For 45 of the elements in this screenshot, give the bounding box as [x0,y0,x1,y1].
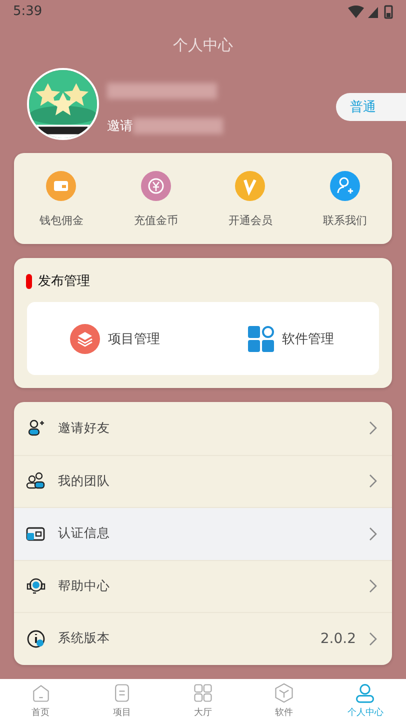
chevron-right-icon [368,474,378,488]
cube-icon [273,682,296,704]
menu-item[interactable]: 认证信息 [14,507,392,560]
chevron-right-icon [368,526,378,541]
quick-action-label[interactable]: 开通会员 [228,213,272,228]
person-add-icon [26,418,46,438]
apps-icon [248,326,274,352]
menu-item[interactable]: 系统版本 2.0.2 [14,612,392,665]
quick-action-label[interactable]: 联系我们 [322,213,367,228]
team-icon [26,471,46,492]
menu-item-label: 我的团队 [58,472,111,490]
page-title: 个人中心 [172,36,234,55]
invite-code-label: 邀请 [107,118,133,135]
info-icon [26,628,46,649]
status-time: 5:39 [13,4,42,20]
menu-item[interactable]: 邀请好友 [14,402,392,455]
version-number: 2.0.2 [320,630,356,647]
section-marker [26,274,32,289]
menu-item-label: 认证信息 [58,525,111,542]
tab-label: 项目 [112,707,131,720]
menu-item-label: 邀请好友 [58,420,111,437]
tab[interactable]: 软件 [244,678,325,723]
tab-label: 个人中心 [347,706,384,720]
publish-item-label[interactable]: 项目管理 [108,330,160,348]
person-icon [354,682,376,704]
menu-item-label: 帮助中心 [58,578,111,595]
status-icons-drawing [348,4,394,19]
headset-icon [26,576,46,596]
chevron-right-icon [368,632,378,646]
menu-item[interactable]: 帮助中心 [14,560,392,612]
grid-icon [192,682,214,704]
tab-label: 软件 [275,706,294,720]
section-title: 发布管理 [38,273,90,290]
chevron-right-icon [368,421,378,436]
tab-label: 首页 [32,706,50,720]
tab-label: 大厅 [194,706,212,720]
tab[interactable]: 大厅 [162,678,244,723]
quick-action-label[interactable]: 钱包佣金 [39,213,84,228]
menu-item-label: 系统版本 [58,630,111,648]
tab[interactable]: 项目 [81,678,162,723]
chevron-right-icon [368,579,378,594]
publish-item-label[interactable]: 软件管理 [282,330,334,348]
quick-action-label[interactable]: 充值金币 [134,213,178,228]
layers-icon [70,324,100,354]
tab[interactable]: 首页 [0,678,82,723]
